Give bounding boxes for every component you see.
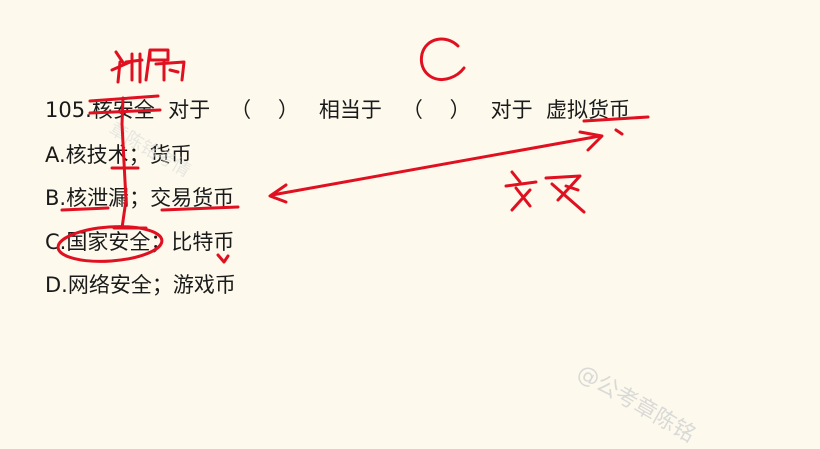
slide: 105.核安全 对于 （ ） 相当于 （ ） 对于 虚拟货币 A.核技术；货币 …	[0, 0, 820, 448]
question-stem: 105.核安全 对于 （ ） 相当于 （ ） 对于 虚拟货币	[45, 100, 630, 121]
ink-double-arrow	[268, 130, 604, 204]
ink-answer-c	[419, 37, 466, 81]
handwritten-annotations	[56, 37, 650, 264]
ink-note-jiaocha	[504, 170, 586, 214]
watermark: @公考章陈铭	[572, 360, 700, 448]
question-blank-1: （ ）	[230, 98, 299, 122]
option-b: B.核泄漏；交易货币	[45, 186, 235, 210]
question-xiangdangyu: 相当于	[318, 98, 382, 122]
option-c: C.国家安全；比特币	[45, 230, 235, 254]
question-term-2: 虚拟货币	[546, 98, 631, 122]
option-d: D.网络安全；游戏币	[45, 273, 236, 297]
question-term-1: 105.核安全	[45, 98, 155, 122]
question-duiyu-1: 对于	[168, 98, 211, 122]
question-blank-2: （ ）	[401, 98, 471, 122]
ink-note-zhongshu	[110, 48, 186, 84]
ink-mark-option-c	[216, 253, 230, 264]
question-duiyu-2: 对于	[490, 98, 533, 122]
